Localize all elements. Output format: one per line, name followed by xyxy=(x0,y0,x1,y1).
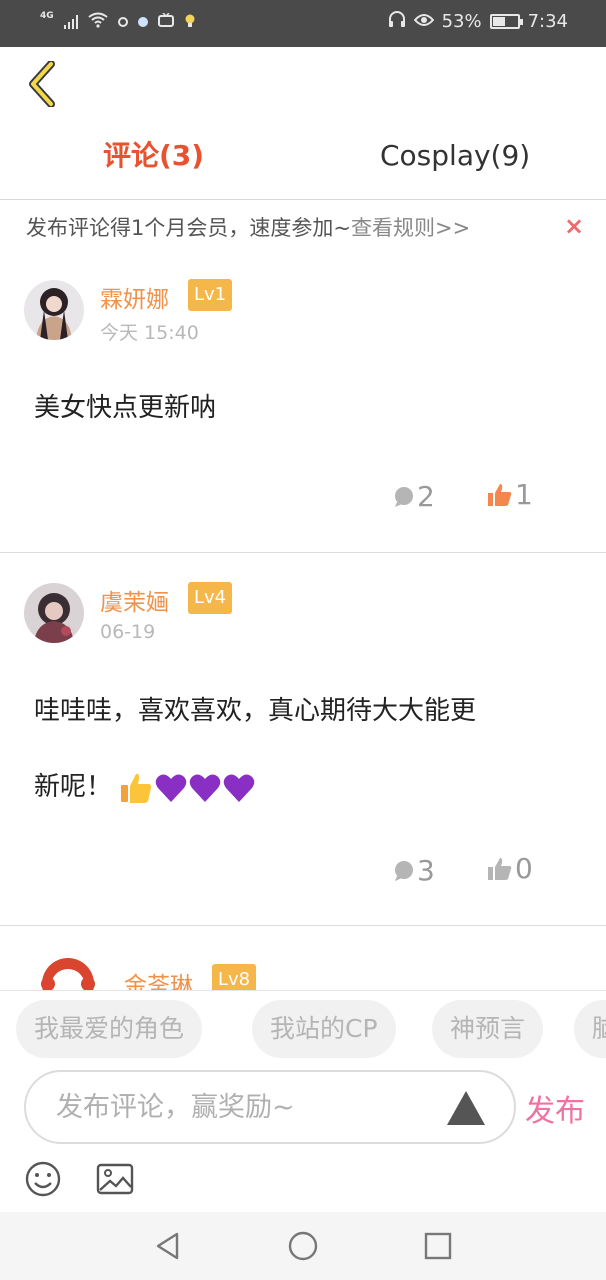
comment-bubble-icon xyxy=(395,860,413,881)
emoji-icon[interactable] xyxy=(24,1160,62,1198)
triangle-icon[interactable] xyxy=(446,1090,486,1126)
image-icon[interactable] xyxy=(96,1160,134,1198)
purple-heart-emoji-icon xyxy=(155,774,187,802)
rules-link[interactable]: 查看规则>> xyxy=(351,216,470,240)
comment-line: 哇哇哇，喜欢喜欢，真心期待大大能更 xyxy=(34,696,477,726)
battery-icon xyxy=(489,14,523,29)
username[interactable]: 金荃琳 xyxy=(124,966,193,990)
like-button[interactable]: 0 xyxy=(487,852,533,885)
composer: 发布 xyxy=(0,1066,606,1148)
quick-tag[interactable]: 我最爱的角色 xyxy=(16,1000,203,1058)
eye-icon xyxy=(413,11,434,32)
reply-count: 3 xyxy=(417,854,435,887)
reply-button[interactable]: 2 xyxy=(393,480,435,513)
notice-text: 发布评论得1个月会员，速度参加~查看规则>> xyxy=(26,212,470,242)
status-left-icons: 4G xyxy=(40,11,196,32)
avatar[interactable] xyxy=(38,954,98,990)
comment-line: 新呢！ xyxy=(34,772,113,802)
battery-percent: 53% xyxy=(441,11,482,32)
notification-circle-icon xyxy=(137,17,148,27)
quick-tag[interactable]: 我站的CP xyxy=(252,1000,396,1058)
avatar[interactable] xyxy=(24,583,84,643)
network-type: 4G xyxy=(40,11,54,21)
comment-line: 美女快点更新呐 xyxy=(34,393,217,423)
comment-time: 06-19 xyxy=(100,621,156,643)
username[interactable]: 霖妍娜 xyxy=(100,280,169,314)
purple-heart-emoji-icon xyxy=(189,774,221,802)
tab-cosplay[interactable]: Cosplay(9) xyxy=(380,136,530,176)
notification-dot-icon xyxy=(117,17,128,27)
system-nav-bar xyxy=(0,1212,606,1280)
level-badge: Lv8 xyxy=(212,964,257,990)
publish-button[interactable]: 发布 xyxy=(525,1086,585,1130)
status-right-icons: 53% 7:34 xyxy=(388,10,568,33)
nav-back-icon[interactable] xyxy=(152,1230,184,1262)
close-icon[interactable]: × xyxy=(564,212,584,240)
comment-item: 虞茉婳 Lv4 06-19 哇哇哇，喜欢喜欢，真心期待大大能更 新呢！ 3 0 xyxy=(0,553,606,926)
back-button[interactable] xyxy=(22,60,62,108)
wifi-icon xyxy=(88,12,108,32)
bulb-icon xyxy=(184,13,196,32)
comment-bubble-icon xyxy=(395,486,413,507)
composer-tools xyxy=(0,1150,606,1212)
nav-recents-icon[interactable] xyxy=(422,1230,454,1262)
tab-comments[interactable]: 评论(3) xyxy=(103,136,204,176)
quick-tags-bar: 我最爱的角色 我站的CP 神预言 脑 xyxy=(0,990,606,1066)
purple-heart-emoji-icon xyxy=(223,774,255,802)
signal-icon xyxy=(63,15,78,29)
comment-text: 哇哇哇，喜欢喜欢，真心期待大大能更 新呢！ xyxy=(34,673,476,825)
comment-item: 金荃琳 Lv8 xyxy=(0,926,606,990)
tv-icon xyxy=(157,12,174,31)
comment-input-box xyxy=(24,1070,516,1144)
tab-bar: 评论(3) Cosplay(9) xyxy=(0,122,606,200)
comment-item: 霖妍娜 Lv1 今天 15:40 美女快点更新呐 2 1 xyxy=(0,252,606,553)
reply-button[interactable]: 3 xyxy=(393,854,435,887)
level-badge: Lv4 xyxy=(188,582,233,614)
thumbs-up-icon xyxy=(488,857,512,880)
nav-home-icon[interactable] xyxy=(287,1230,319,1262)
comment-text: 美女快点更新呐 xyxy=(34,370,216,446)
clock: 7:34 xyxy=(527,11,568,32)
username[interactable]: 虞茉婳 xyxy=(100,583,169,617)
comment-line-with-emoji: 新呢！ xyxy=(34,749,476,825)
level-badge: Lv1 xyxy=(188,279,233,311)
comment-time: 今天 15:40 xyxy=(100,322,199,344)
notice-message: 发布评论得1个月会员，速度参加~ xyxy=(26,216,351,240)
headphones-icon xyxy=(388,10,406,33)
like-count: 1 xyxy=(515,478,533,511)
quick-tag[interactable]: 神预言 xyxy=(432,1000,544,1058)
promo-notice: 发布评论得1个月会员，速度参加~查看规则>> × xyxy=(0,202,606,252)
chevron-left-icon xyxy=(29,61,55,107)
thumbs-up-icon xyxy=(488,483,512,506)
status-bar: 4G 53% 7:34 xyxy=(0,0,606,47)
like-count: 0 xyxy=(515,852,533,885)
avatar[interactable] xyxy=(24,280,84,340)
like-button[interactable]: 1 xyxy=(487,478,533,511)
reply-count: 2 xyxy=(417,480,435,513)
thumbs-up-emoji-icon xyxy=(121,773,152,803)
comment-input[interactable] xyxy=(56,1080,436,1134)
quick-tag[interactable]: 脑 xyxy=(574,1000,606,1058)
battery-fill xyxy=(492,17,506,26)
